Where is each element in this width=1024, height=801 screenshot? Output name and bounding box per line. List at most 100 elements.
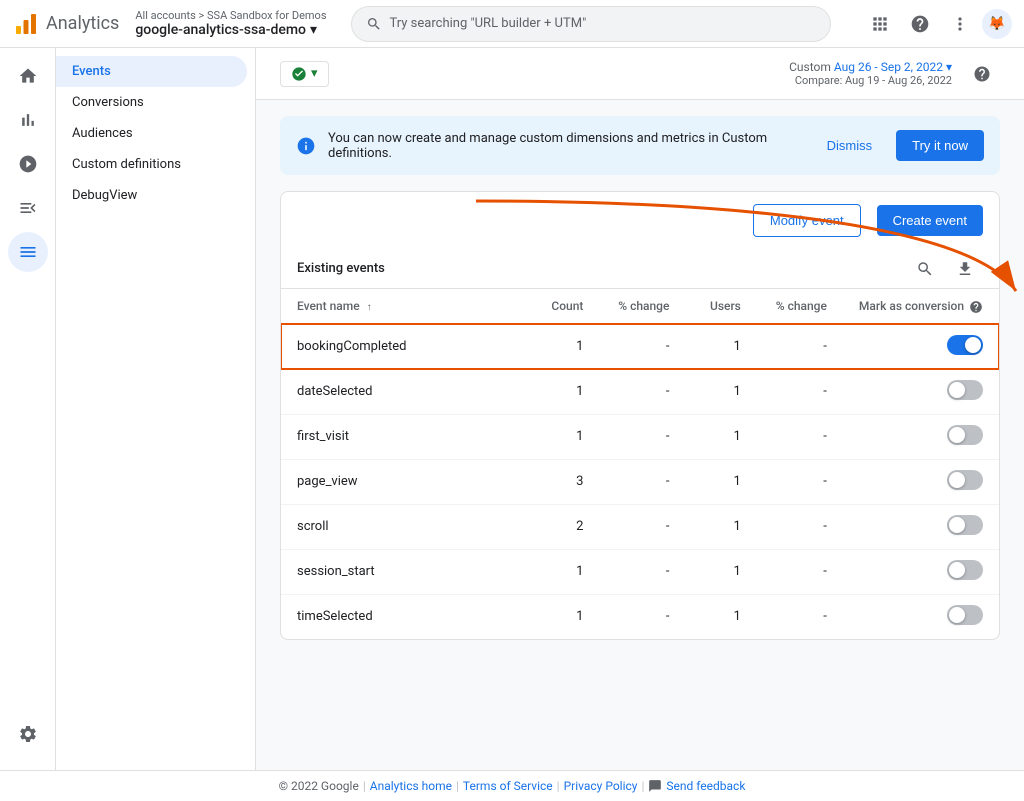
explore-icon bbox=[18, 154, 38, 174]
sidebar-icon-home[interactable] bbox=[8, 56, 48, 96]
conversion-toggle[interactable] bbox=[947, 335, 983, 355]
logo-text: Analytics bbox=[46, 13, 119, 34]
pct2-cell: - bbox=[757, 594, 843, 639]
col-header-pct1: % change bbox=[599, 289, 685, 324]
conversion-toggle-cell bbox=[843, 549, 999, 594]
sidebar-icon-configure[interactable] bbox=[8, 232, 48, 272]
count-cell: 1 bbox=[528, 324, 599, 369]
toggle-knob bbox=[949, 472, 965, 488]
nav-sidebar: Events Conversions Audiences Custom defi… bbox=[56, 48, 256, 770]
account-path: All accounts > SSA Sandbox for Demos bbox=[135, 9, 326, 22]
table-row: bookingCompleted1-1- bbox=[281, 324, 999, 369]
conversion-toggle-cell bbox=[843, 414, 999, 459]
sidebar-icon-advertising[interactable] bbox=[8, 188, 48, 228]
conversion-toggle-cell bbox=[843, 504, 999, 549]
apps-icon bbox=[870, 14, 890, 34]
toggle-knob bbox=[965, 337, 981, 353]
header-help-icon bbox=[973, 65, 991, 83]
info-icon bbox=[296, 136, 316, 156]
users-cell: 1 bbox=[685, 369, 756, 414]
account-name[interactable]: google-analytics-ssa-demo ▾ bbox=[135, 22, 326, 38]
table-row: page_view3-1- bbox=[281, 459, 999, 504]
download-icon bbox=[956, 260, 974, 278]
try-it-now-button[interactable]: Try it now bbox=[896, 130, 984, 161]
event-name-cell: dateSelected bbox=[281, 369, 528, 414]
modify-event-button[interactable]: Modify event bbox=[753, 204, 861, 237]
home-icon bbox=[18, 66, 38, 86]
conversion-toggle[interactable] bbox=[947, 515, 983, 535]
analytics-home-link[interactable]: Analytics home bbox=[370, 779, 452, 793]
nav-item-audiences[interactable]: Audiences bbox=[56, 118, 247, 149]
search-box[interactable]: Try searching "URL builder + UTM" bbox=[351, 6, 831, 42]
header-help-icon-btn[interactable] bbox=[964, 56, 1000, 92]
collapse-sidebar-btn[interactable] bbox=[56, 211, 255, 227]
conversion-toggle-cell bbox=[843, 324, 999, 369]
dismiss-button[interactable]: Dismiss bbox=[815, 132, 885, 159]
more-vert-icon bbox=[950, 14, 970, 34]
create-event-button[interactable]: Create event bbox=[877, 205, 983, 236]
avatar[interactable]: 🦊 bbox=[982, 9, 1012, 39]
info-banner: You can now create and manage custom dim… bbox=[280, 116, 1000, 175]
date-range: Aug 26 - Sep 2, 2022 ▾ bbox=[834, 60, 952, 74]
pct1-cell: - bbox=[599, 504, 685, 549]
event-name-cell: scroll bbox=[281, 504, 528, 549]
existing-events-header: Existing events bbox=[281, 249, 999, 289]
conversion-toggle[interactable] bbox=[947, 425, 983, 445]
sidebar-icon-explore[interactable] bbox=[8, 144, 48, 184]
logo: Analytics bbox=[12, 10, 119, 38]
account-selector: All accounts > SSA Sandbox for Demos goo… bbox=[135, 9, 326, 38]
nav-item-debug-view[interactable]: DebugView bbox=[56, 180, 247, 211]
copyright-text: © 2022 Google bbox=[279, 779, 359, 793]
event-name-cell: page_view bbox=[281, 459, 528, 504]
download-table-btn[interactable] bbox=[947, 251, 983, 287]
conversion-toggle-cell bbox=[843, 369, 999, 414]
pct2-cell: - bbox=[757, 504, 843, 549]
help-icon-btn[interactable] bbox=[902, 6, 938, 42]
info-banner-text: You can now create and manage custom dim… bbox=[328, 131, 803, 161]
pct2-cell: - bbox=[757, 369, 843, 414]
event-name-cell: bookingCompleted bbox=[281, 324, 528, 369]
sidebar-icon-settings[interactable] bbox=[8, 714, 48, 754]
col-header-pct2: % change bbox=[757, 289, 843, 324]
toggle-knob bbox=[949, 562, 965, 578]
count-cell: 2 bbox=[528, 504, 599, 549]
users-cell: 1 bbox=[685, 414, 756, 459]
users-cell: 1 bbox=[685, 549, 756, 594]
nav-item-conversions[interactable]: Conversions bbox=[56, 87, 247, 118]
pct2-cell: - bbox=[757, 414, 843, 459]
status-button[interactable]: ▾ bbox=[280, 61, 329, 87]
events-table-section: Modify event Create event Existing event… bbox=[280, 191, 1000, 640]
date-section: Custom Aug 26 - Sep 2, 2022 ▾ Compare: A… bbox=[789, 60, 952, 87]
pct2-cell: - bbox=[757, 324, 843, 369]
event-name-cell: session_start bbox=[281, 549, 528, 594]
terms-service-link[interactable]: Terms of Service bbox=[463, 779, 553, 793]
users-cell: 1 bbox=[685, 594, 756, 639]
help-icon bbox=[910, 14, 930, 34]
send-feedback-link[interactable]: Send feedback bbox=[666, 779, 745, 793]
nav-item-custom-definitions[interactable]: Custom definitions bbox=[56, 149, 247, 180]
conversion-toggle[interactable] bbox=[947, 380, 983, 400]
more-vert-icon-btn[interactable] bbox=[942, 6, 978, 42]
privacy-policy-link[interactable]: Privacy Policy bbox=[564, 779, 638, 793]
conversion-toggle[interactable] bbox=[947, 470, 983, 490]
conversion-toggle[interactable] bbox=[947, 605, 983, 625]
nav-item-events[interactable]: Events bbox=[56, 56, 247, 87]
sidebar-icon-reports[interactable] bbox=[8, 100, 48, 140]
table-row: scroll2-1- bbox=[281, 504, 999, 549]
date-range-label[interactable]: Custom Aug 26 - Sep 2, 2022 ▾ bbox=[789, 60, 952, 74]
search-placeholder: Try searching "URL builder + UTM" bbox=[390, 16, 587, 31]
apps-icon-btn[interactable] bbox=[862, 6, 898, 42]
date-label-text: Custom bbox=[789, 60, 834, 74]
search-icon bbox=[916, 260, 934, 278]
search-table-btn[interactable] bbox=[907, 251, 943, 287]
toggle-knob bbox=[949, 607, 965, 623]
conversion-toggle[interactable] bbox=[947, 560, 983, 580]
conversion-toggle-cell bbox=[843, 594, 999, 639]
event-name-cell: timeSelected bbox=[281, 594, 528, 639]
advertising-icon bbox=[18, 198, 38, 218]
pct1-cell: - bbox=[599, 324, 685, 369]
pct1-cell: - bbox=[599, 594, 685, 639]
main-container: Events Conversions Audiences Custom defi… bbox=[0, 48, 1024, 770]
search-icon bbox=[366, 16, 382, 32]
users-cell: 1 bbox=[685, 504, 756, 549]
